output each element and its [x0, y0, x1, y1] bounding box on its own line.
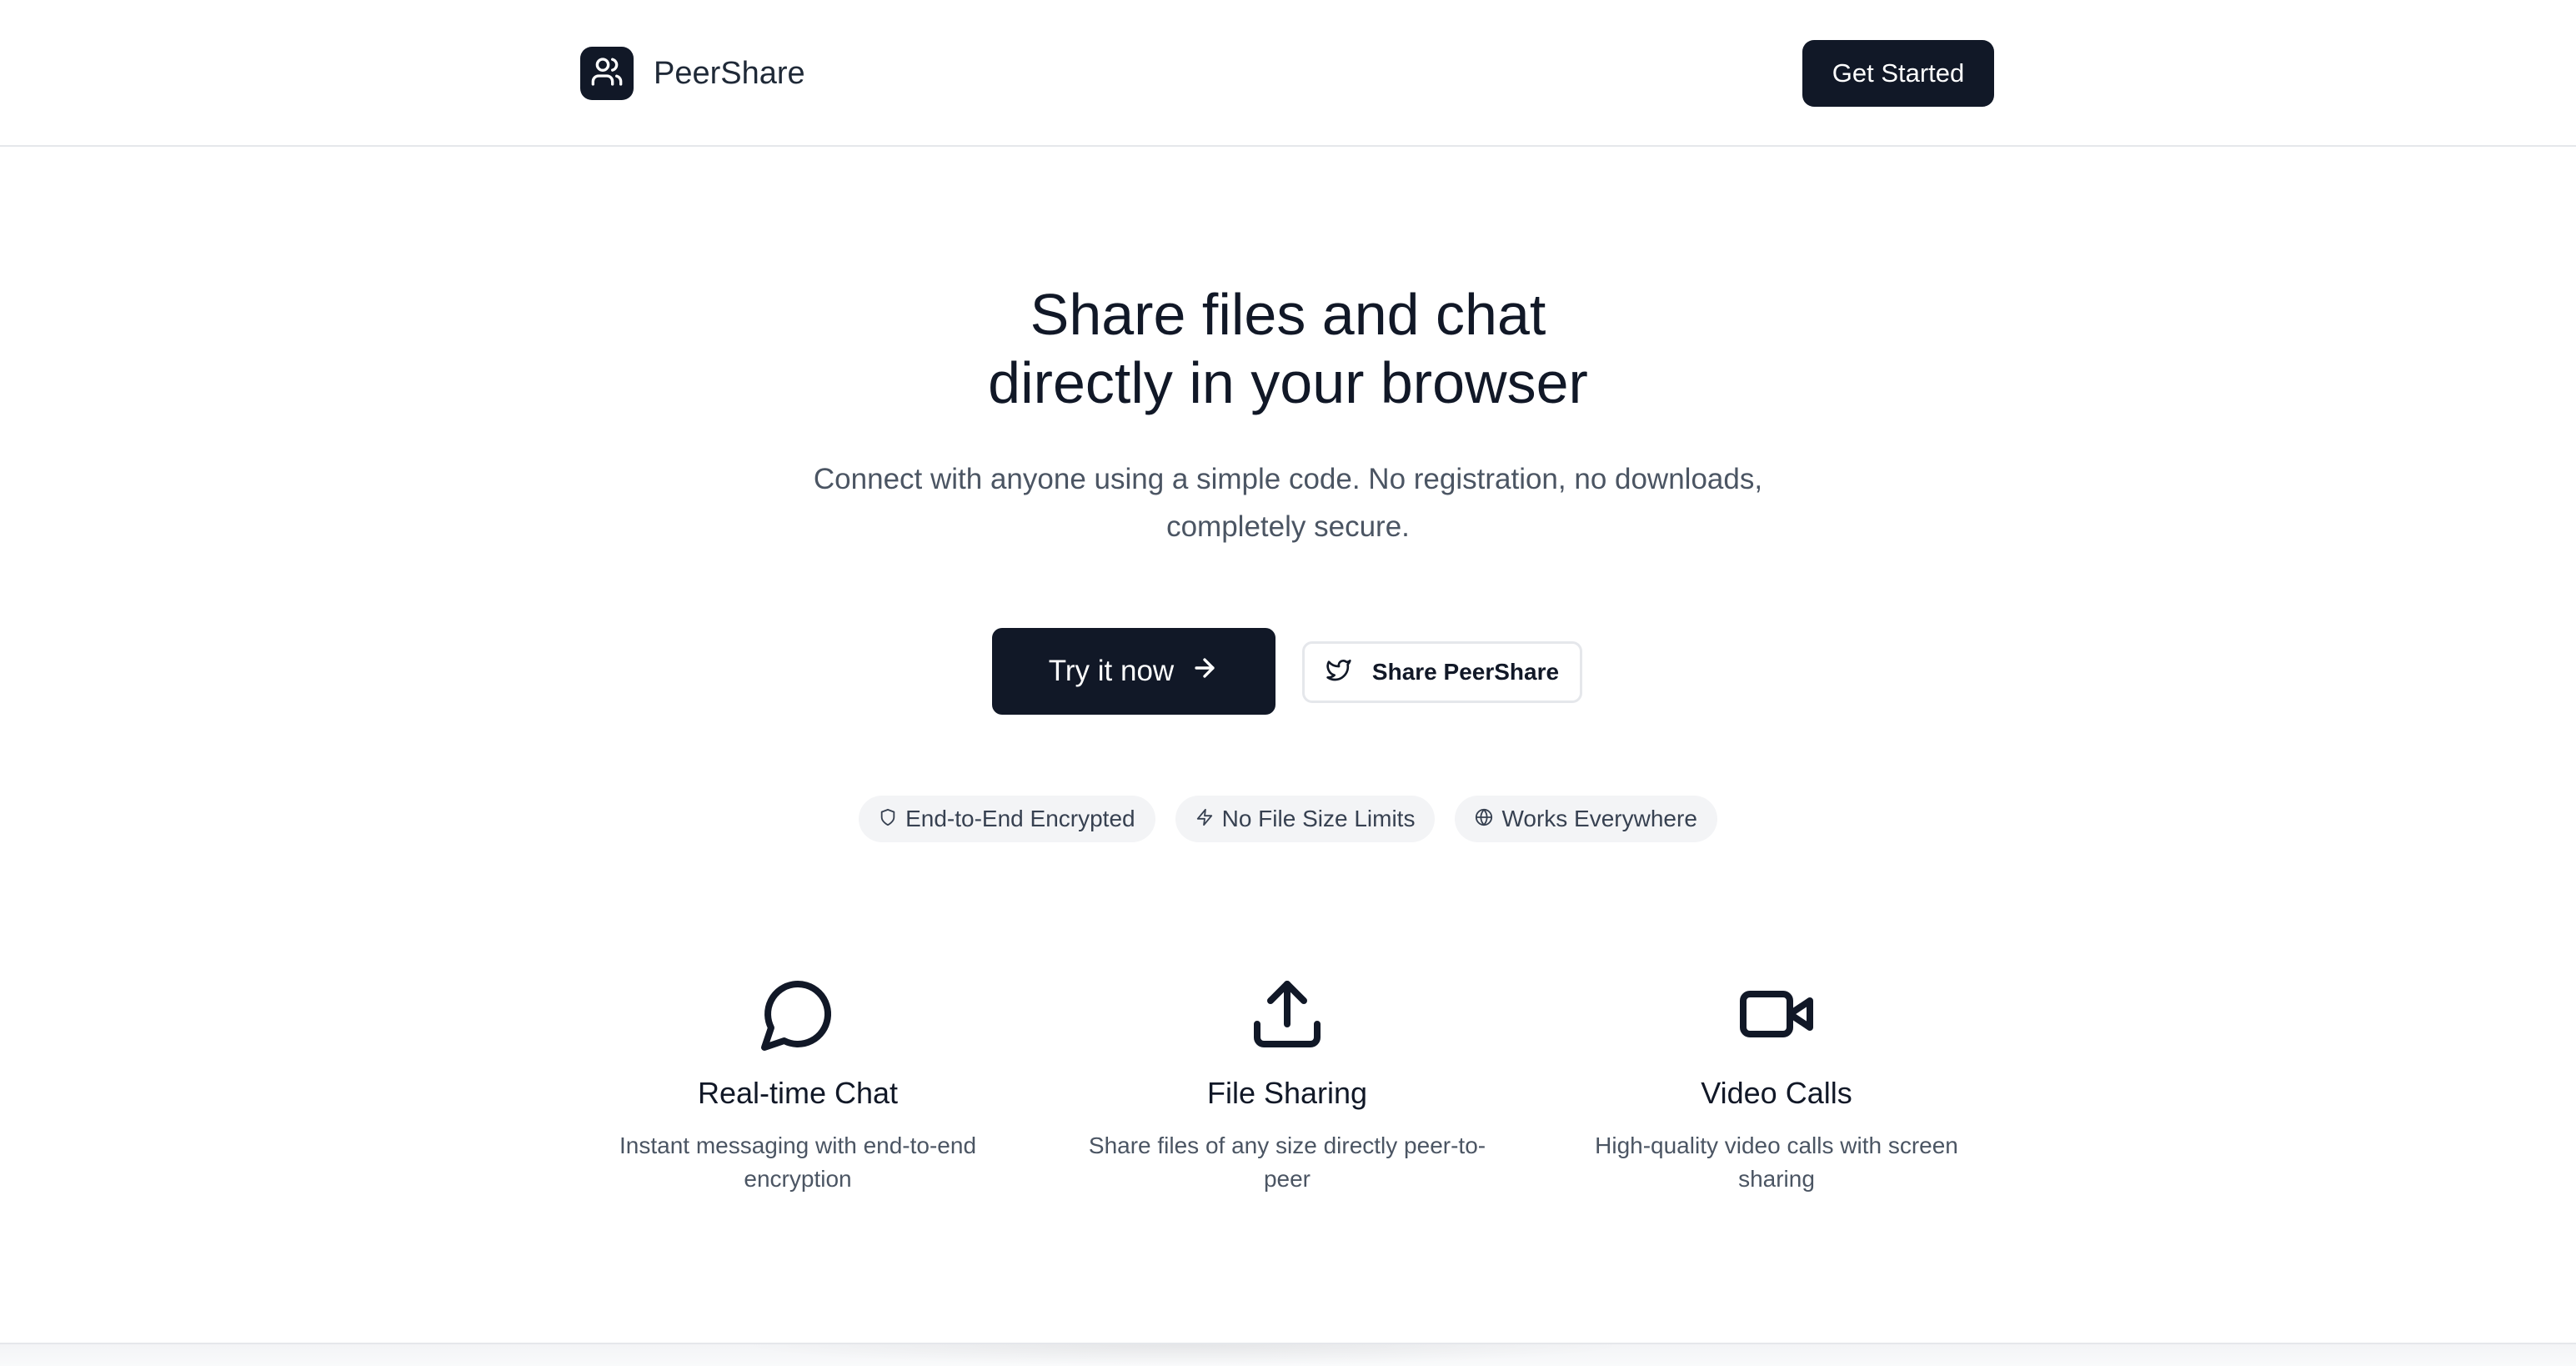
globe-icon	[1475, 806, 1493, 832]
twitter-icon	[1326, 656, 1352, 689]
try-it-now-label: Try it now	[1048, 655, 1175, 687]
get-started-button[interactable]: Get Started	[1802, 40, 1994, 107]
badge-label: Works Everywhere	[1501, 806, 1697, 831]
users-icon	[590, 55, 624, 93]
upload-icon	[1247, 974, 1327, 1058]
arrow-right-icon	[1190, 654, 1219, 690]
feature-video-calls: Video Calls High-quality video calls wit…	[1560, 974, 1993, 1196]
shield-icon	[879, 806, 897, 832]
share-peershare-label: Share PeerShare	[1371, 659, 1560, 685]
message-circle-icon	[758, 974, 838, 1058]
share-peershare-button[interactable]: Share PeerShare	[1302, 641, 1582, 703]
hero-title: Share files and chat directly in your br…	[0, 280, 2576, 417]
video-icon	[1737, 974, 1817, 1058]
hero-subtitle: Connect with anyone using a simple code.…	[813, 463, 1763, 543]
feature-title: Video Calls	[1701, 1076, 1852, 1110]
badge-works-everywhere: Works Everywhere	[1455, 796, 1717, 842]
hero-title-line-2: directly in your browser	[988, 350, 1588, 415]
top-nav: PeerShare Get Started	[0, 0, 2576, 147]
badge-encrypted: End-to-End Encrypted	[859, 796, 1155, 842]
zap-icon	[1195, 806, 1214, 832]
badge-label: End-to-End Encrypted	[905, 806, 1135, 831]
bottom-card-shadow	[734, 1344, 1634, 1366]
brand-name[interactable]: PeerShare	[654, 52, 805, 95]
feature-badges: End-to-End Encrypted No File Size Limits…	[0, 796, 2576, 842]
badge-no-limits: No File Size Limits	[1175, 796, 1436, 842]
feature-description: Share files of any size directly peer-to…	[1088, 1132, 1486, 1192]
hero-title-line-1: Share files and chat	[1030, 282, 1546, 347]
feature-description: Instant messaging with end-to-end encryp…	[619, 1132, 977, 1192]
feature-title: File Sharing	[1206, 1076, 1368, 1110]
feature-title: Real-time Chat	[697, 1076, 899, 1110]
try-it-now-button[interactable]: Try it now	[992, 628, 1275, 715]
badge-label: No File Size Limits	[1221, 806, 1416, 831]
logo[interactable]	[580, 47, 634, 100]
feature-file-sharing: File Sharing Share files of any size dir…	[1070, 974, 1504, 1196]
feature-description: High-quality video calls with screen sha…	[1595, 1132, 1958, 1192]
feature-realtime-chat: Real-time Chat Instant messaging with en…	[581, 974, 1015, 1196]
